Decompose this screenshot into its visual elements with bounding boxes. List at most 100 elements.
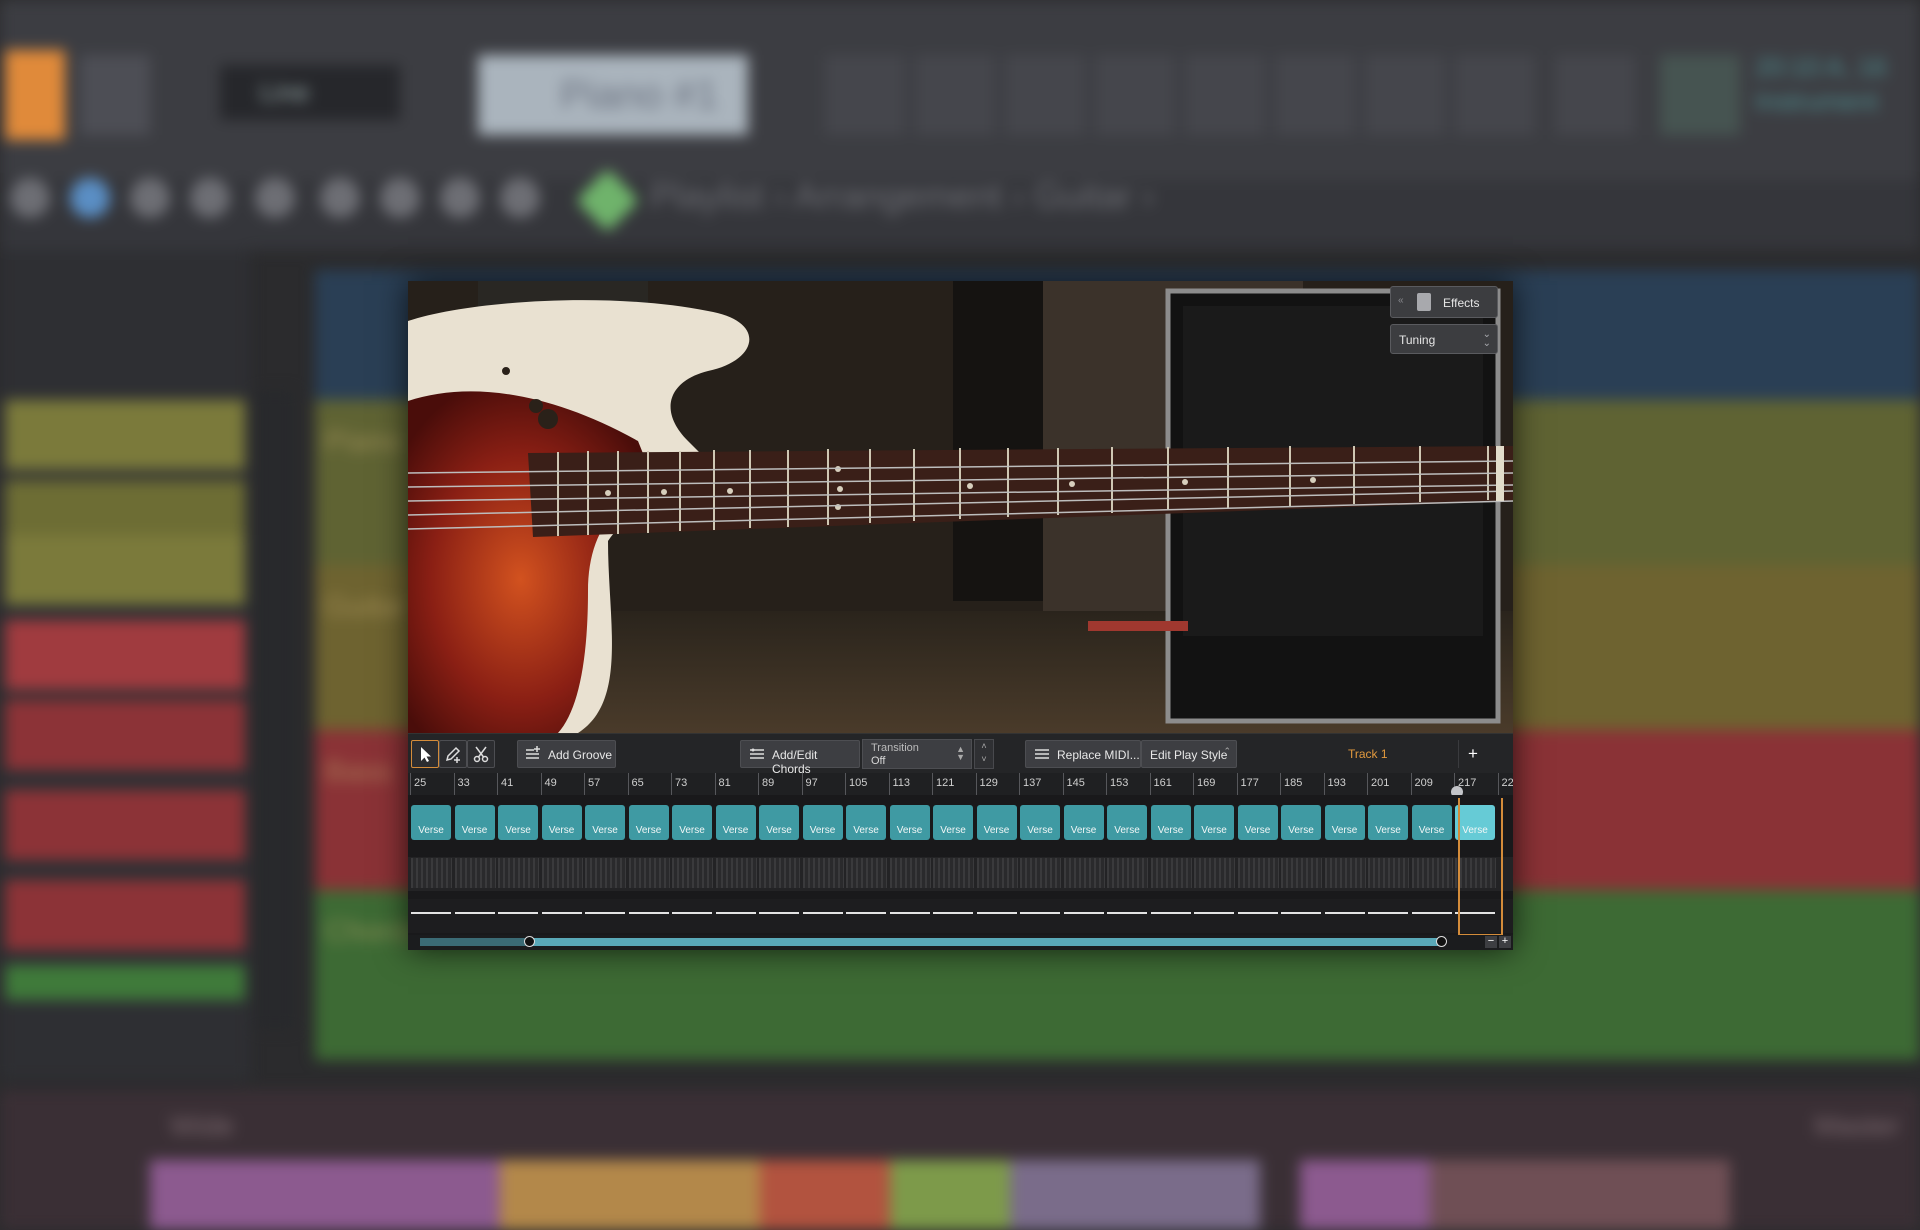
toolbar-icon[interactable] [1005,55,1085,135]
cc-line [411,912,451,914]
add-track-button[interactable]: + [1458,740,1487,768]
add-groove-label: Add Groove [548,748,613,762]
tuning-dropdown[interactable]: Tuning ⌄ ⌄ [1390,324,1498,354]
ruler-tick-label: 129 [979,777,998,789]
cut-tool-button[interactable] [467,740,495,768]
instrument-display[interactable]: Piano #1 [478,55,748,135]
section-block-verse[interactable]: Verse [1107,805,1147,840]
section-block-verse[interactable]: Verse [1281,805,1321,840]
track-name[interactable]: Track 1 [1348,747,1388,761]
loop-region[interactable] [1458,798,1503,936]
add-groove-button[interactable]: Add Groove [517,740,616,768]
add-edit-chords-button[interactable]: Add/Edit Chords [740,740,860,776]
channel-scrollbar[interactable] [255,390,295,1030]
user-icon[interactable] [80,55,150,135]
replace-midi-button[interactable]: Replace MIDI... [1025,740,1141,768]
transition-stepper[interactable]: ˄ ˅ [974,739,994,769]
audio-pattern-bar [628,858,670,888]
section-block-verse[interactable]: Verse [1150,805,1191,840]
transition-dropdown[interactable]: Transition Off ▲ ▼ [862,739,972,769]
audio-pattern-bar [976,858,1018,888]
timeline-scrollbar[interactable]: − + [408,935,1513,950]
channel[interactable] [5,535,245,605]
channel[interactable] [5,700,245,770]
zoom-tool-icon[interactable] [440,178,480,218]
chords-list-icon [750,748,764,759]
tool-icon[interactable] [130,178,170,218]
section-block-verse[interactable]: Verse [1368,805,1408,840]
section-block-verse[interactable]: Verse [454,805,495,840]
speaker-tool-icon[interactable] [500,178,540,218]
audio-pattern-bar [1020,858,1061,888]
section-block-verse[interactable]: Verse [715,805,756,840]
section-block-verse[interactable]: Verse [1411,805,1452,840]
section-block-verse[interactable]: Verse [802,805,843,840]
info-line: 20:10 A, 16 [1755,52,1887,82]
section-block-verse[interactable]: Verse [846,805,886,840]
tool-icon[interactable] [320,178,360,218]
cc-line [759,912,799,914]
section-block-verse[interactable]: Verse [541,805,582,840]
section-block-verse[interactable]: Verse [759,805,799,840]
plugin-toolbar: Add Groove Add/Edit Chords Transition Of… [408,733,1513,776]
toolbar-icon[interactable] [1275,55,1355,135]
pattern-block [890,1160,1010,1230]
select-tool-button[interactable] [411,740,439,768]
pencil-plus-icon [445,746,461,763]
toolbar-icon[interactable] [1095,55,1175,135]
channel[interactable] [5,880,245,950]
section-block-verse[interactable]: Verse [1020,805,1060,840]
channel[interactable] [5,790,245,860]
toolbar-icon[interactable] [1455,55,1535,135]
section-block-verse[interactable]: Verse [498,805,538,840]
audio-pattern-bar [759,858,800,888]
channel[interactable] [5,620,245,690]
section-block-verse[interactable]: Verse [933,805,973,840]
zoom-out-button[interactable]: − [1485,936,1497,948]
pattern-selector[interactable]: Line [220,65,400,120]
audio-pattern-bar [454,858,496,888]
section-block-verse[interactable]: Verse [1063,805,1104,840]
pencil-tool-icon[interactable] [70,178,110,218]
track-lanes: Verse Verse Verse Verse Verse Verse Verse Verse… [408,795,1513,935]
ruler-tick: 129 [975,773,998,795]
draw-tool-button[interactable] [439,740,467,768]
section-block-verse[interactable]: Verse [1324,805,1365,840]
cc-line [715,912,756,914]
audio-pattern-bar [1281,858,1322,888]
pattern-block [1300,1160,1430,1230]
section-block-verse[interactable]: Verse [889,805,930,840]
effects-button[interactable]: « Effects [1390,286,1498,318]
scissors-icon [473,746,489,763]
channel[interactable] [5,400,245,470]
scroll-end-handle[interactable] [1436,936,1447,947]
toolbar-icon[interactable] [825,55,905,135]
edit-play-style-button[interactable]: Edit Play Style ⌃ [1141,740,1237,768]
section-block-verse[interactable]: Verse [976,805,1017,840]
tool-icon[interactable] [380,178,420,218]
ruler-tick-label: 22 [1501,777,1514,789]
ruler-tick-label: 201 [1371,777,1390,789]
tool-icon[interactable] [255,178,295,218]
toolbar-icon[interactable] [1555,55,1635,135]
section-block-verse[interactable]: Verse [672,805,712,840]
info-panel: 20:10 A, 16 Instrument [1755,50,1920,130]
tool-icon[interactable] [190,178,230,218]
section-block-verse[interactable]: Verse [1194,805,1234,840]
section-block-verse[interactable]: Verse [411,805,451,840]
toolbar-icon[interactable] [1185,55,1265,135]
section-block-verse[interactable]: Verse [628,805,669,840]
zoom-in-button[interactable]: + [1499,936,1511,948]
section-block-verse[interactable]: Verse [1237,805,1278,840]
section-block-verse[interactable]: Verse [585,805,625,840]
grid-icon[interactable] [1660,55,1740,135]
scroll-start-handle[interactable] [524,936,535,947]
tool-icon[interactable] [10,178,50,218]
channel[interactable] [5,965,245,1000]
info-line: Instrument [1755,86,1878,116]
scrollbar-thumb[interactable] [528,938,1443,946]
toolbar-icon[interactable] [915,55,995,135]
timeline-ruler[interactable]: 25 33 41 49 57 65 73 81 89 97 105 113 121 129 137 145 15… [408,773,1513,795]
toolbar-icon[interactable] [1365,55,1445,135]
ruler-tick-label: 177 [1240,777,1259,789]
